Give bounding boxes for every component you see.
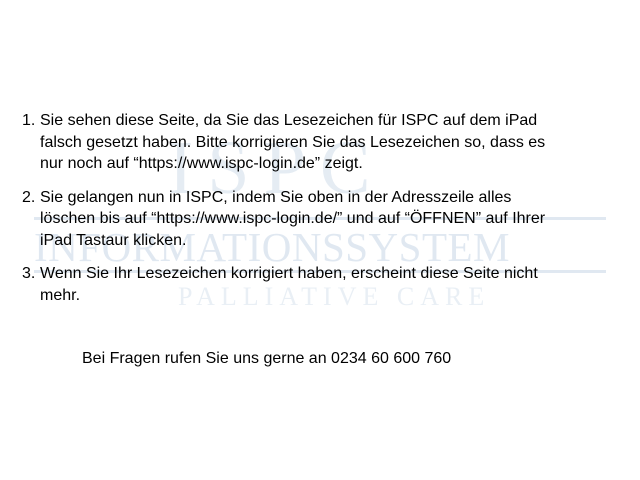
instruction-list: 1. Sie sehen diese Seite, da Sie das Les…	[22, 110, 622, 318]
step-number: 1.	[22, 112, 36, 129]
step-text: Sie sehen diese Seite, da Sie das Leseze…	[40, 112, 546, 172]
step-text: Wenn Sie Ihr Lesezeichen korrigiert habe…	[40, 265, 538, 304]
instruction-step: 3. Wenn Sie Ihr Lesezeichen korrigiert h…	[22, 263, 622, 306]
instruction-step: 2. Sie gelangen nun in ISPC, indem Sie o…	[22, 187, 622, 252]
step-text: Sie gelangen nun in ISPC, indem Sie oben…	[40, 188, 546, 249]
instruction-step: 1. Sie sehen diese Seite, da Sie das Les…	[22, 110, 622, 175]
page: ISPC INFORMATIONSSYSTEM PALLIATIVE CARE …	[0, 0, 640, 480]
step-number: 2.	[22, 188, 36, 206]
step-number: 3.	[22, 265, 36, 282]
contact-note: Bei Fragen rufen Sie uns gerne an 0234 6…	[82, 350, 452, 367]
